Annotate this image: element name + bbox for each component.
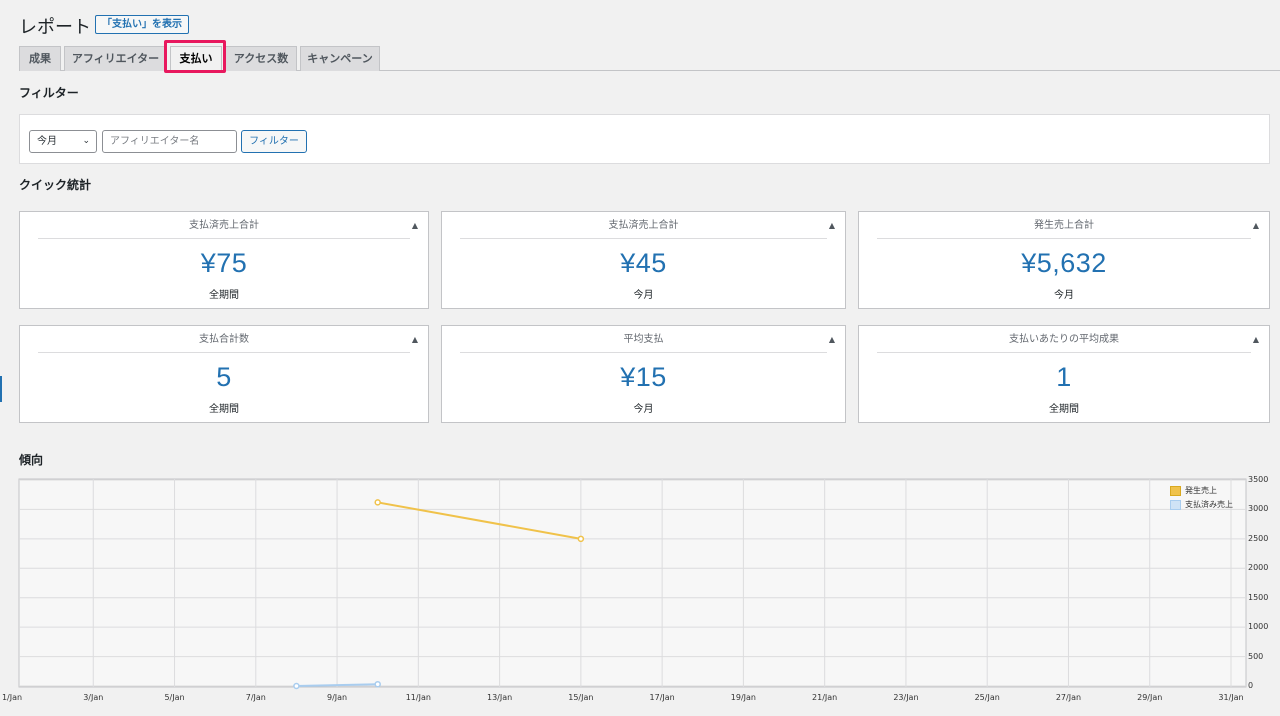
x-tick-label: 19/Jan xyxy=(730,693,756,702)
chart-plot-area xyxy=(18,478,1247,688)
show-payouts-button[interactable]: 「支払い」を表示 xyxy=(95,15,189,34)
x-tick-label: 9/Jan xyxy=(327,693,348,702)
affiliate-name-input[interactable] xyxy=(102,130,237,153)
y-tick-label: 2000 xyxy=(1248,563,1269,573)
stat-card-value: 5 xyxy=(216,362,232,392)
stat-card-title: 発生売上合計 xyxy=(877,212,1251,239)
stat-card-period: 全期間 xyxy=(209,404,239,415)
x-tick-label: 13/Jan xyxy=(486,693,513,702)
collapse-arrow-icon[interactable]: ▲ xyxy=(412,335,418,344)
tab-referrals[interactable]: 成果 xyxy=(19,46,61,71)
period-select-value: 今月 xyxy=(37,136,57,147)
data-point xyxy=(577,535,585,543)
stat-card: 支払合計数 ▲ 5 全期間 xyxy=(19,325,429,423)
x-tick-label: 21/Jan xyxy=(812,693,838,702)
stat-card-title: 支払合計数 xyxy=(38,326,410,353)
y-tick-label: 500 xyxy=(1248,651,1264,661)
x-tick-label: 1/Jan xyxy=(1,693,23,702)
data-point xyxy=(374,499,381,506)
collapse-arrow-icon[interactable]: ▲ xyxy=(1253,335,1259,344)
stat-card: 発生売上合計 ▲ ¥5,632 今月 xyxy=(858,211,1270,309)
quick-stats-heading: クイック統計 xyxy=(19,178,92,192)
collapse-arrow-icon[interactable]: ▲ xyxy=(829,335,835,344)
collapse-arrow-icon[interactable]: ▲ xyxy=(412,221,418,230)
x-tick-label: 23/Jan xyxy=(893,693,919,702)
left-edge-marker xyxy=(0,376,2,402)
y-tick-label: 1000 xyxy=(1248,622,1269,632)
x-tick-label: 5/Jan xyxy=(164,693,185,702)
filter-button[interactable]: フィルター xyxy=(241,130,307,153)
x-tick-label: 3/Jan xyxy=(83,693,104,702)
y-tick-label: 0 xyxy=(1248,681,1254,690)
x-tick-label: 17/Jan xyxy=(649,693,675,702)
y-tick-label: 1500 xyxy=(1248,592,1269,602)
x-axis-labels: 1/Jan 3/Jan 5/Jan 7/Jan 9/Jan 11/Jan 13/Jan 15/… xyxy=(0,693,1280,705)
legend-swatch-paid xyxy=(1170,500,1181,510)
y-tick-label: 3000 xyxy=(1248,504,1269,514)
period-select[interactable]: 今月 ⌄ xyxy=(29,130,97,153)
stat-card-period: 全期間 xyxy=(209,290,239,301)
stat-card-value: ¥15 xyxy=(620,362,667,392)
x-tick-label: 11/Jan xyxy=(405,693,431,702)
filter-panel: 今月 ⌄ フィルター xyxy=(19,114,1270,164)
stat-card-title: 支払済売上合計 xyxy=(460,212,827,239)
stat-card-value: ¥45 xyxy=(620,248,667,278)
stat-card-period: 今月 xyxy=(633,290,654,301)
x-tick-label: 27/Jan xyxy=(1055,693,1082,702)
stat-card-period: 今月 xyxy=(1054,290,1074,301)
tab-campaigns[interactable]: キャンペーン xyxy=(300,46,380,71)
x-tick-label: 7/Jan xyxy=(245,693,266,702)
collapse-arrow-icon[interactable]: ▲ xyxy=(829,221,835,230)
stat-card: 平均支払 ▲ ¥15 今月 xyxy=(441,325,846,423)
x-tick-label: 25/Jan xyxy=(974,693,1000,702)
stat-card: 支払済売上合計 ▲ ¥45 今月 xyxy=(441,211,846,309)
tab-affiliates[interactable]: アフィリエイター xyxy=(64,46,167,71)
stat-card-value: ¥75 xyxy=(200,248,248,278)
x-tick-label: 31/Jan xyxy=(1218,693,1244,702)
legend-label: 支払済み売上 xyxy=(1185,500,1233,509)
data-point xyxy=(374,680,381,688)
active-tab-highlight xyxy=(164,40,226,73)
stat-card-title: 支払済売上合計 xyxy=(38,212,410,239)
chart-legend: 発生売上 支払済み売上 xyxy=(1170,485,1240,513)
stat-card-period: 全期間 xyxy=(1049,404,1079,415)
data-point xyxy=(293,682,300,690)
stat-card-title: 支払いあたりの平均成果 xyxy=(877,326,1251,353)
stat-card-period: 今月 xyxy=(633,404,654,415)
stat-card-value: 1 xyxy=(1056,362,1072,392)
legend-label: 発生売上 xyxy=(1185,486,1217,495)
legend-item: 発生売上 xyxy=(1170,485,1240,499)
trend-chart-svg xyxy=(18,478,1247,690)
filter-heading: フィルター xyxy=(19,86,79,100)
stat-card-value: ¥5,632 xyxy=(1021,248,1107,278)
tab-visits[interactable]: アクセス数 xyxy=(225,46,297,71)
stat-card-title: 平均支払 xyxy=(460,326,827,353)
legend-item: 支払済み売上 xyxy=(1170,499,1240,513)
y-tick-label: 2500 xyxy=(1248,533,1269,543)
x-tick-label: 29/Jan xyxy=(1137,693,1163,702)
page-title: レポート xyxy=(19,17,91,38)
y-tick-label: 3500 xyxy=(1248,475,1269,484)
trend-heading: 傾向 xyxy=(19,453,44,467)
legend-swatch-generated xyxy=(1170,486,1181,496)
collapse-arrow-icon[interactable]: ▲ xyxy=(1253,221,1259,230)
stat-card: 支払いあたりの平均成果 ▲ 1 全期間 xyxy=(858,325,1270,423)
x-tick-label: 15/Jan xyxy=(568,693,594,702)
trend-chart xyxy=(18,478,1247,690)
chevron-down-icon: ⌄ xyxy=(82,136,90,146)
stat-card: 支払済売上合計 ▲ ¥75 全期間 xyxy=(19,211,429,309)
